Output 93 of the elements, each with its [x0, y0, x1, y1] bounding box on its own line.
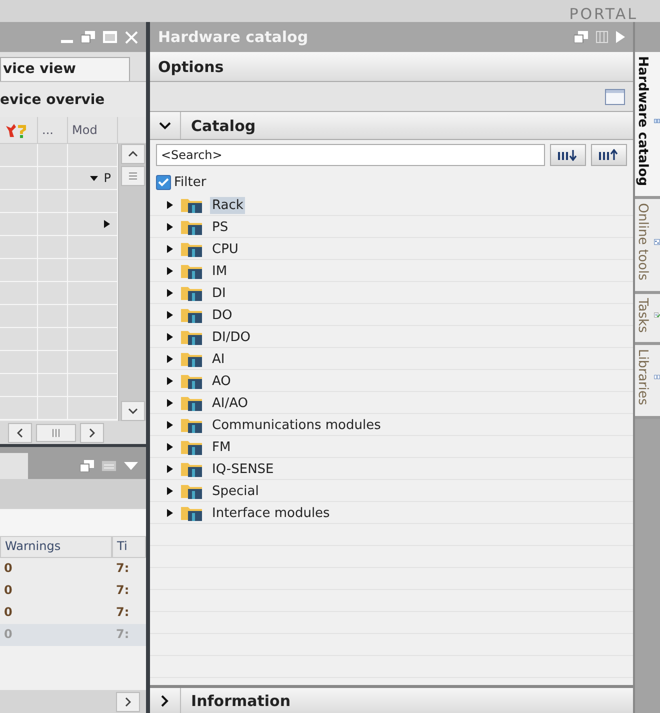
expand-arrow-icon[interactable]	[166, 487, 174, 495]
folder-icon	[180, 461, 204, 477]
grip-icon	[52, 428, 60, 436]
table-row[interactable]: 0 7:	[0, 602, 146, 624]
side-tab[interactable]: Tasks	[635, 294, 660, 346]
folder-icon	[180, 439, 204, 455]
expand-arrow-icon[interactable]	[166, 355, 174, 363]
restore-icon[interactable]	[574, 31, 588, 43]
scroll-up-button[interactable]	[120, 144, 144, 164]
scroll-right-button[interactable]	[116, 692, 140, 712]
chevron-up-icon	[128, 151, 138, 157]
dropdown-icon[interactable]	[124, 462, 138, 470]
expand-arrow-icon[interactable]	[166, 509, 174, 517]
folder-icon	[180, 197, 204, 213]
collapse-arrow-icon[interactable]	[90, 174, 98, 182]
filter-checkbox[interactable]	[156, 174, 171, 190]
tree-item[interactable]: IM	[210, 262, 230, 280]
column-header[interactable]: Mod	[68, 117, 118, 143]
folder-icon	[180, 351, 204, 367]
view-tab[interactable]: vice view	[0, 57, 130, 81]
tree-item[interactable]: IQ-SENSE	[210, 460, 276, 478]
tree-item[interactable]: AI/AO	[210, 394, 250, 412]
chevron-down-icon	[128, 408, 138, 414]
chevron-left-icon	[17, 428, 23, 438]
chevron-right-icon	[125, 696, 131, 706]
folder-icon	[180, 219, 204, 235]
tree-item[interactable]: Rack	[210, 196, 246, 214]
scroll-thumb[interactable]	[36, 424, 76, 442]
expand-arrow-icon[interactable]	[166, 201, 174, 209]
folder-icon	[180, 417, 204, 433]
tree-item[interactable]: PS	[210, 218, 230, 236]
scroll-right-button[interactable]	[80, 422, 104, 442]
expand-arrow-icon[interactable]	[166, 333, 174, 341]
table-row[interactable]: 0 7:	[0, 580, 146, 602]
folder-icon	[180, 505, 204, 521]
folder-icon	[180, 241, 204, 257]
column-header[interactable]: ...	[38, 117, 68, 143]
expand-chevron-icon[interactable]	[161, 694, 169, 706]
sort-up-button[interactable]	[591, 144, 627, 166]
folder-icon	[180, 373, 204, 389]
restore-icon[interactable]	[81, 31, 95, 43]
expand-arrow-icon[interactable]	[166, 223, 174, 231]
expand-arrow-icon[interactable]	[166, 465, 174, 473]
expand-arrow-icon[interactable]	[166, 267, 174, 275]
expand-arrow-icon[interactable]	[166, 245, 174, 253]
folder-icon	[180, 263, 204, 279]
expand-arrow-icon[interactable]	[166, 311, 174, 319]
folder-icon	[180, 307, 204, 323]
tree-item[interactable]: Interface modules	[210, 504, 332, 522]
sort-down-icon	[557, 149, 579, 161]
tree-item[interactable]: DI/DO	[210, 328, 252, 346]
grip-icon	[128, 172, 138, 180]
sort-down-button[interactable]	[550, 144, 586, 166]
filter-label[interactable]: Filter	[174, 174, 206, 190]
folder-icon	[180, 483, 204, 499]
section-title: Options	[158, 58, 224, 76]
folder-icon	[180, 395, 204, 411]
sort-up-icon	[598, 149, 620, 161]
collapse-chevron-icon[interactable]	[159, 122, 171, 130]
expand-arrow-icon[interactable]	[166, 399, 174, 407]
panel-title: Hardware catalog	[158, 28, 310, 46]
scroll-down-button[interactable]	[120, 401, 144, 421]
chevron-right-icon	[89, 428, 95, 438]
tree-item[interactable]: CPU	[210, 240, 240, 258]
scroll-left-button[interactable]	[8, 422, 32, 442]
expand-arrow-icon[interactable]	[166, 421, 174, 429]
expand-arrow-icon[interactable]	[166, 377, 174, 385]
tree-item[interactable]: DI	[210, 284, 228, 302]
table-row[interactable]: 0 7:	[0, 558, 146, 580]
search-field[interactable]: <Search>	[156, 144, 545, 166]
side-tab[interactable]: Hardware catalog	[635, 52, 660, 200]
tree-item[interactable]: Special	[210, 482, 261, 500]
tree-item[interactable]: AI	[210, 350, 227, 368]
side-tab[interactable]: Libraries	[635, 345, 660, 419]
row-label: P	[104, 171, 111, 185]
scroll-thumb[interactable]	[120, 166, 144, 186]
tree-item[interactable]: FM	[210, 438, 233, 456]
section-title: Catalog	[191, 116, 256, 134]
tree-item[interactable]: AO	[210, 372, 233, 390]
product-name: PORTAL	[569, 6, 638, 22]
restore-icon[interactable]	[80, 460, 94, 472]
expand-arrow-icon[interactable]	[166, 443, 174, 451]
folder-icon	[180, 329, 204, 345]
column-header[interactable]: Warnings	[0, 537, 112, 558]
expand-arrow-icon[interactable]	[103, 220, 111, 228]
tree-item[interactable]: DO	[210, 306, 234, 324]
expand-arrow-icon[interactable]	[166, 289, 174, 297]
window-icon[interactable]	[605, 88, 625, 104]
section-title: evice overvie	[0, 92, 105, 108]
side-tab[interactable]: Online tools	[635, 199, 660, 294]
tree-item[interactable]: Communications modules	[210, 416, 383, 434]
section-title[interactable]: Information	[191, 692, 291, 710]
folder-icon	[180, 285, 204, 301]
